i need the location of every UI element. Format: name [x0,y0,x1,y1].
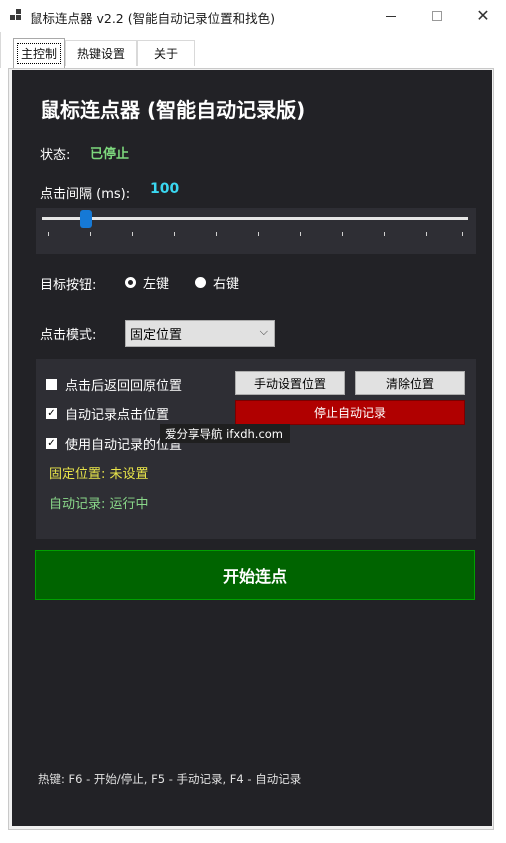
tab-hotkey-settings[interactable]: 热键设置 [65,40,137,66]
radio-right-button[interactable]: 右键 [195,273,239,292]
interval-slider[interactable] [36,208,476,254]
clear-position-button[interactable]: 清除位置 [355,371,465,395]
maximize-button[interactable] [414,0,460,32]
click-mode-value: 固定位置 [130,328,183,343]
checkbox-unchecked-icon [46,379,57,390]
close-icon: ✕ [476,6,490,25]
status-value: 已停止 [90,147,130,162]
title-bar: 鼠标连点器 v2.2 (智能自动记录位置和找色) ✕ [0,0,506,32]
tab-main-control[interactable]: 主控制 [13,38,65,68]
minimize-icon [386,15,396,17]
tooltip: 爱分享导航 ifxdh.com [160,424,290,443]
checkbox-checked-icon: ✓ [46,437,57,449]
checkbox-checked-icon: ✓ [46,407,57,419]
radio-unchecked-icon [195,277,206,288]
radio-label: 左键 [143,277,170,292]
checkbox-label: 点击后返回回原位置 [65,379,183,394]
click-mode-select[interactable]: 固定位置 ⌵ [125,320,275,347]
slider-tick [384,232,385,236]
start-clicking-button[interactable]: 开始连点 [35,550,475,600]
click-mode-label: 点击模式: [40,328,97,343]
radio-label: 右键 [213,277,240,292]
tab-label: 关于 [153,47,178,61]
slider-tick [258,232,259,236]
return-original-checkbox[interactable]: 点击后返回回原位置 [46,375,182,394]
stop-auto-record-button[interactable]: 停止自动记录 [235,400,465,425]
minimize-button[interactable] [368,0,414,32]
tab-label: 主控制 [16,43,61,64]
slider-tick [90,232,91,236]
tab-strip: 主控制 热键设置 关于 [0,32,506,68]
window-title: 鼠标连点器 v2.2 (智能自动记录位置和找色) [30,11,275,26]
manual-set-position-button[interactable]: 手动设置位置 [235,371,345,395]
checkbox-label: 自动记录点击位置 [65,408,170,423]
auto-record-status: 自动记录: 运行中 [49,497,149,512]
page-title: 鼠标连点器 (智能自动记录版) [40,98,306,122]
target-button-label: 目标按钮: [40,278,97,293]
app-icon [10,9,24,23]
chevron-down-icon: ⌵ [259,325,268,338]
tab-label: 热键设置 [76,47,125,61]
interval-label: 点击间隔 (ms): [40,187,131,202]
slider-tick [462,232,463,236]
radio-checked-icon [125,277,136,288]
slider-tick [342,232,343,236]
slider-tick [174,232,175,236]
slider-track [42,217,468,220]
slider-tick [300,232,301,236]
slider-thumb[interactable] [80,210,92,228]
radio-left-button[interactable]: 左键 [125,273,169,292]
hotkey-hint: 热键: F6 - 开始/停止, F5 - 手动记录, F4 - 自动记录 [38,772,302,786]
close-button[interactable]: ✕ [460,0,506,32]
maximize-icon [432,11,442,21]
slider-tick [426,232,427,236]
tab-about[interactable]: 关于 [137,40,195,66]
status-label: 状态: [40,148,71,163]
auto-record-checkbox[interactable]: ✓ 自动记录点击位置 [46,404,169,423]
fixed-position-status: 固定位置: 未设置 [49,467,149,482]
interval-value: 100 [150,181,180,197]
slider-tick [216,232,217,236]
slider-tick [132,232,133,236]
slider-tick [48,232,49,236]
